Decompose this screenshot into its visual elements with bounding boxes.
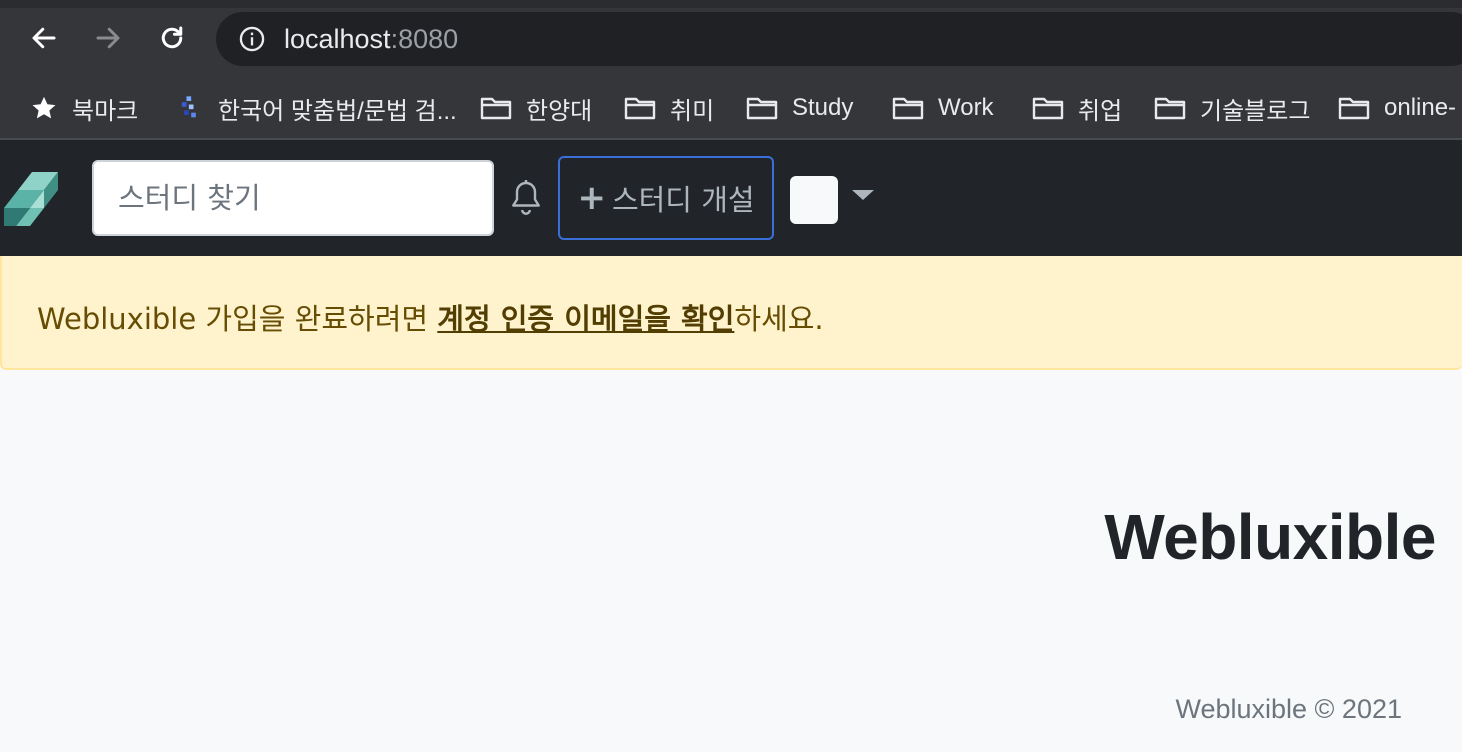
alert-prefix: Webluxible 가입을 완료하려면 <box>37 302 438 336</box>
arrow-left-icon <box>32 27 56 49</box>
plus-icon: + <box>577 178 606 218</box>
bookmark-folder[interactable]: 한양대 <box>480 88 592 128</box>
browser-toolbar: localhost:8080 <box>0 0 1462 78</box>
url-text[interactable]: localhost:8080 <box>284 23 458 55</box>
footer-text: Webluxible © 2021 <box>1175 694 1402 724</box>
create-study-label: 스터디 개설 <box>611 183 755 217</box>
arrow-right-icon <box>96 27 120 49</box>
logo-icon[interactable] <box>2 170 60 232</box>
caret-down-icon[interactable] <box>852 190 874 200</box>
alert-suffix: 하세요. <box>734 302 824 336</box>
folder-icon <box>746 97 778 120</box>
bookmark-label: 한양대 <box>526 97 593 125</box>
bookmark-item[interactable]: 한국어 맞춤법/문법 검... <box>176 88 457 128</box>
url-port: :8080 <box>390 24 459 54</box>
search-input[interactable] <box>92 160 494 236</box>
spellcheck-icon <box>181 96 196 118</box>
folder-icon <box>624 97 656 120</box>
folder-icon <box>480 97 512 120</box>
bookmark-label: Work <box>938 94 994 121</box>
bookmark-label: 취미 <box>670 97 715 125</box>
star-icon <box>32 96 56 119</box>
email-verification-alert: Webluxible 가입을 완료하려면 계정 인증 이메일을 확인하세요. <box>0 256 1462 370</box>
forward-button[interactable] <box>90 20 126 56</box>
bookmark-folder[interactable]: 기술블로그 <box>1154 88 1310 128</box>
create-study-button[interactable]: + 스터디 개설 <box>558 156 774 240</box>
address-bar[interactable]: localhost:8080 <box>216 12 1462 66</box>
url-host: localhost <box>284 24 391 54</box>
bookmark-folder[interactable]: Work <box>892 88 994 128</box>
folder-icon <box>1154 97 1186 120</box>
info-icon[interactable] <box>238 25 266 53</box>
bookmark-folder[interactable]: 취미 <box>624 88 714 128</box>
verify-email-link[interactable]: 계정 인증 이메일을 확인 <box>437 302 734 336</box>
bookmark-label: 한국어 맞춤법/문법 검... <box>218 97 457 125</box>
alert-message: Webluxible 가입을 완료하려면 계정 인증 이메일을 확인하세요. <box>37 296 824 338</box>
bookmark-label: 기술블로그 <box>1200 97 1311 125</box>
bookmark-folder[interactable]: online- <box>1338 88 1456 128</box>
bookmark-label: 취업 <box>1078 97 1123 125</box>
bookmark-item[interactable]: 북마크 <box>30 88 138 128</box>
page-title: Webluxible <box>1104 501 1436 573</box>
bookmarks-bar: 북마크 한국어 맞춤법/문법 검... 한양대 취미 Study Work 취업… <box>0 78 1462 140</box>
browser-tab-strip <box>0 0 1462 8</box>
reload-icon <box>161 26 183 49</box>
bookmark-label: online- <box>1384 94 1457 121</box>
app-navbar: + 스터디 개설 <box>0 140 1462 256</box>
bell-icon[interactable] <box>508 178 544 218</box>
bookmark-folder[interactable]: 취업 <box>1032 88 1122 128</box>
folder-icon <box>1032 97 1064 120</box>
avatar[interactable] <box>790 176 838 224</box>
bookmark-label: 북마크 <box>72 97 139 125</box>
bookmark-folder[interactable]: Study <box>746 88 853 128</box>
reload-button[interactable] <box>154 20 190 56</box>
back-button[interactable] <box>26 20 62 56</box>
bookmark-label: Study <box>792 94 854 121</box>
folder-icon <box>1338 97 1370 120</box>
folder-icon <box>892 97 924 120</box>
